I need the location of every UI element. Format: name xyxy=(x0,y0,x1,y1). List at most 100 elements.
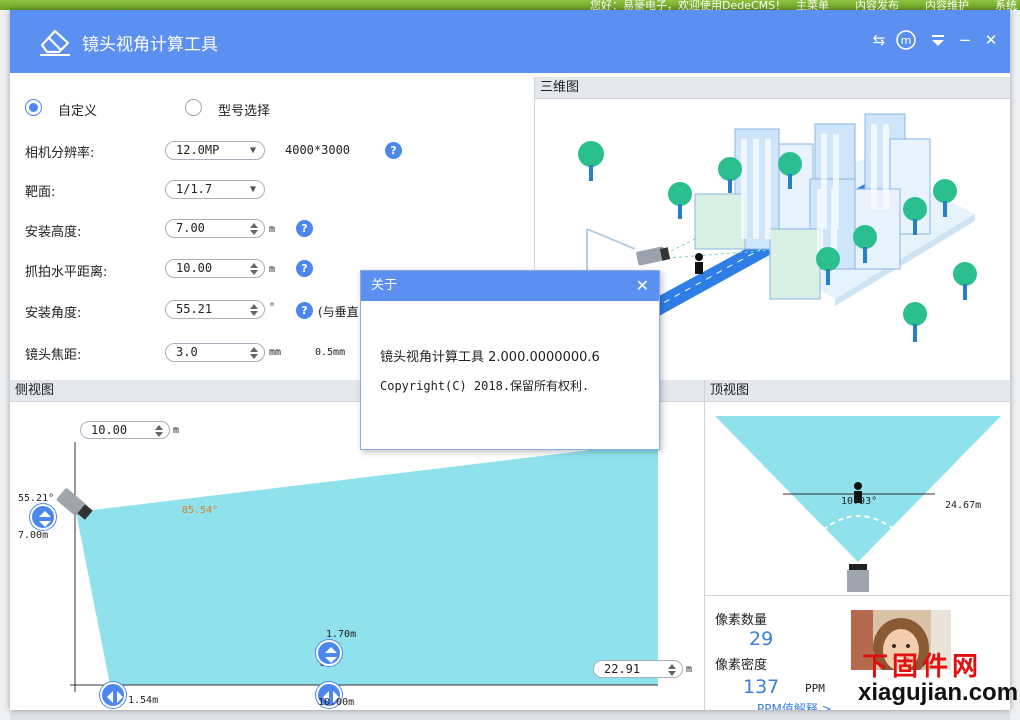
focal-value: 3.0 xyxy=(176,345,198,359)
background-menu-item[interactable]: 内容发布 xyxy=(855,0,899,10)
distance-stepper[interactable]: 10.00 xyxy=(165,259,265,278)
background-topbar: 您好：易豪电子，欢迎使用DedeCMS！ 主菜单 内容发布 内容维护 系统 xyxy=(0,0,1020,10)
pixel-count-label: 像素数量 xyxy=(715,613,768,628)
target-label: 靶面: xyxy=(25,185,56,200)
help-icon[interactable]: ? xyxy=(385,142,402,159)
title-bar[interactable]: 镜头视角计算工具 ⇆ m − ✕ xyxy=(10,10,1010,73)
angle-note: (与垂直 xyxy=(318,305,359,319)
distance-value: 10.00 xyxy=(176,261,213,275)
spin-down-icon[interactable] xyxy=(250,311,258,316)
lens-calculator-window: 镜头视角计算工具 ⇆ m − ✕ 自定义 型号选择 相机分辨率: 12.0MP … xyxy=(10,10,1010,710)
resolution-select[interactable]: 12.0MP ▼ xyxy=(165,141,265,160)
height-stepper[interactable]: 7.00 xyxy=(165,219,265,238)
three-d-panel-title: 三维图 xyxy=(535,77,1010,99)
person-height-handle[interactable] xyxy=(316,640,342,666)
spin-down-icon[interactable] xyxy=(250,230,258,235)
resolution-label: 相机分辨率: xyxy=(25,146,95,161)
spin-up-icon[interactable] xyxy=(250,223,258,228)
help-icon[interactable]: ? xyxy=(296,302,313,319)
pixel-density-value: 137 xyxy=(743,676,780,698)
spin-up-icon[interactable] xyxy=(155,425,163,430)
camera-icon xyxy=(847,564,869,592)
near-distance-handle[interactable] xyxy=(100,682,126,708)
background-page-right xyxy=(1010,10,1020,720)
eraser-logo-icon xyxy=(40,29,70,56)
distance-unit: m xyxy=(269,264,276,275)
radio-custom-label: 自定义 xyxy=(58,104,98,119)
pixel-count-value: 29 xyxy=(749,628,774,650)
spin-up-icon[interactable] xyxy=(250,263,258,268)
person-height-label: 1.70m xyxy=(326,629,357,640)
top-view-panel: 顶视图 10?93° 24.67m xyxy=(704,380,1010,595)
far-distance-value: 22.91 xyxy=(604,662,641,676)
angle-unit: ° xyxy=(269,302,276,313)
spin-down-icon[interactable] xyxy=(250,354,258,359)
resolution-select-value: 12.0MP xyxy=(176,143,220,157)
close-icon[interactable]: ✕ xyxy=(980,28,1002,52)
minimize-icon[interactable]: − xyxy=(954,28,976,52)
spin-up-icon[interactable] xyxy=(250,304,258,309)
background-menu-item[interactable]: 内容维护 xyxy=(925,0,969,10)
help-icon[interactable]: ? xyxy=(296,260,313,277)
radio-model-select[interactable] xyxy=(185,99,202,116)
svg-text:m: m xyxy=(901,34,912,47)
spin-down-icon[interactable] xyxy=(155,432,163,437)
person-distance-label: 10.00m xyxy=(318,697,355,708)
focal-step: 0.5mm xyxy=(315,347,346,358)
height-drag-handle[interactable] xyxy=(30,504,56,530)
angle-stepper[interactable]: 55.21 xyxy=(165,300,265,319)
height-label: 安装高度: xyxy=(25,225,82,240)
chevron-down-icon: ▼ xyxy=(249,145,256,156)
focal-unit: mm xyxy=(269,347,282,358)
person-icon xyxy=(695,253,703,274)
watermark-url: xiagujian.com xyxy=(858,679,1019,706)
far-distance-unit: m xyxy=(686,664,693,675)
pixel-density-unit: PPM xyxy=(805,682,825,695)
target-select[interactable]: 1/1.7 ▼ xyxy=(165,180,265,199)
about-dialog-header[interactable]: 关于 ✕ xyxy=(361,271,659,301)
background-greeting: 您好：易豪电子，欢迎使用DedeCMS！ xyxy=(590,0,787,10)
top-view-title: 顶视图 xyxy=(705,380,1010,402)
camera-icon xyxy=(636,246,671,266)
camera-icon xyxy=(56,488,93,520)
radio-custom[interactable] xyxy=(25,99,42,116)
top-angle-label: 10?93° xyxy=(841,496,878,507)
ppm-explain-link[interactable]: PPM值解释 > xyxy=(757,700,832,710)
side-fov-area xyxy=(76,442,658,685)
side-top-stepper[interactable]: 10.00 xyxy=(80,421,170,439)
angle-value: 55.21 xyxy=(176,302,213,316)
about-copyright: Copyright(C) 2018.保留所有权利. xyxy=(380,379,590,393)
app-title: 镜头视角计算工具 xyxy=(82,35,218,55)
fov-angle-label: 85.54° xyxy=(182,505,219,516)
resolution-pixels: 4000*3000 xyxy=(285,143,351,157)
camera-angle-label: 55.21° xyxy=(18,493,55,504)
side-top-unit: m xyxy=(173,425,180,436)
angle-label: 安装角度: xyxy=(25,306,82,321)
swap-icon[interactable]: ⇆ xyxy=(868,28,890,52)
chevron-down-icon: ▼ xyxy=(249,184,256,195)
spin-up-icon[interactable] xyxy=(668,664,676,669)
help-icon[interactable]: ? xyxy=(296,220,313,237)
background-page-left xyxy=(0,10,10,720)
camera-height-label: 7.00m xyxy=(18,530,49,541)
spin-down-icon[interactable] xyxy=(668,671,676,676)
top-width-label: 24.67m xyxy=(945,500,982,511)
dropdown-menu-icon[interactable] xyxy=(927,28,949,52)
spin-up-icon[interactable] xyxy=(250,347,258,352)
radio-model-label: 型号选择 xyxy=(218,104,271,119)
height-value: 7.00 xyxy=(176,221,205,235)
far-distance-stepper[interactable]: 22.91 xyxy=(593,660,683,678)
about-version: 镜头视角计算工具 2.000.0000000.6 xyxy=(380,350,600,365)
m-circle-icon[interactable]: m xyxy=(895,28,917,52)
watermark-chinese: 下固件网 xyxy=(862,652,983,682)
background-menu-item[interactable]: 主菜单 xyxy=(796,0,829,10)
focal-stepper[interactable]: 3.0 xyxy=(165,343,265,362)
spin-down-icon[interactable] xyxy=(250,270,258,275)
near-distance-label: 1.54m xyxy=(128,695,159,706)
target-select-value: 1/1.7 xyxy=(176,182,213,196)
background-menu-item[interactable]: 系统 xyxy=(995,0,1017,10)
height-unit: m xyxy=(269,224,276,235)
about-dialog-title: 关于 xyxy=(371,278,398,293)
about-dialog: 关于 ✕ 镜头视角计算工具 2.000.0000000.6 Copyright(… xyxy=(360,270,660,450)
close-icon[interactable]: ✕ xyxy=(636,271,649,301)
